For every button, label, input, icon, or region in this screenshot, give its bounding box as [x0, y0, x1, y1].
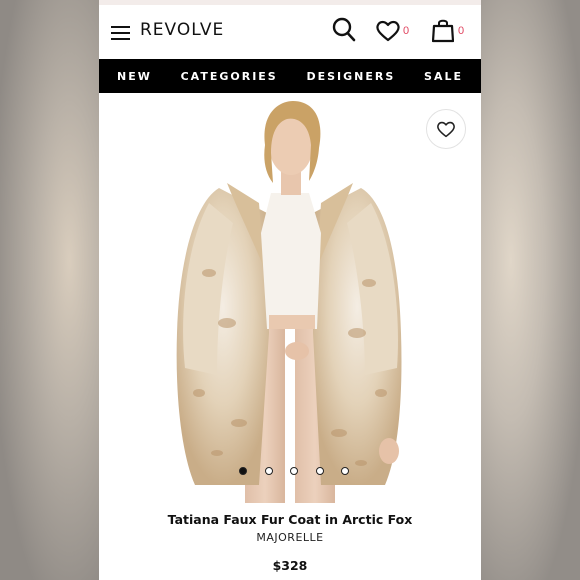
carousel-dot[interactable]	[264, 467, 273, 475]
nav-item-new[interactable]: NEW	[117, 70, 152, 83]
nav-item-designers[interactable]: DESIGNERS	[306, 70, 395, 83]
carousel-dot[interactable]	[315, 467, 324, 475]
background-blur-right	[481, 0, 580, 580]
nav-item-sale[interactable]: SALE	[424, 70, 463, 83]
main-nav: NEW CATEGORIES DESIGNERS SALE	[99, 59, 481, 93]
add-to-wishlist-button[interactable]	[426, 109, 466, 149]
carousel-dot[interactable]	[341, 467, 349, 475]
product-designer[interactable]: MAJORELLE	[99, 531, 481, 544]
carousel-dot[interactable]	[290, 467, 298, 475]
site-header: REVOLVE 0 0	[99, 5, 481, 59]
wishlist-heart-icon[interactable]	[375, 20, 401, 42]
product-price: $328	[272, 558, 308, 573]
image-carousel-dots	[239, 465, 349, 477]
nav-item-categories[interactable]: CATEGORIES	[181, 70, 278, 83]
background-blur-left	[0, 0, 99, 580]
brand-logo[interactable]: REVOLVE	[140, 20, 224, 40]
product-title[interactable]: Tatiana Faux Fur Coat in Arctic Fox	[99, 512, 481, 527]
bag-count: 0	[458, 25, 465, 37]
product-image[interactable]	[99, 93, 481, 503]
wishlist-count: 0	[403, 25, 410, 37]
heart-outline-icon	[437, 121, 455, 137]
shopping-bag-icon[interactable]	[431, 17, 455, 43]
menu-icon[interactable]	[111, 26, 130, 40]
carousel-dot[interactable]	[239, 467, 247, 475]
model-in-fur-coat-image	[176, 101, 402, 503]
search-icon[interactable]	[332, 17, 356, 43]
mobile-screen: REVOLVE 0 0 NEW CATEGORIES DESIGNERS SAL…	[99, 0, 481, 580]
